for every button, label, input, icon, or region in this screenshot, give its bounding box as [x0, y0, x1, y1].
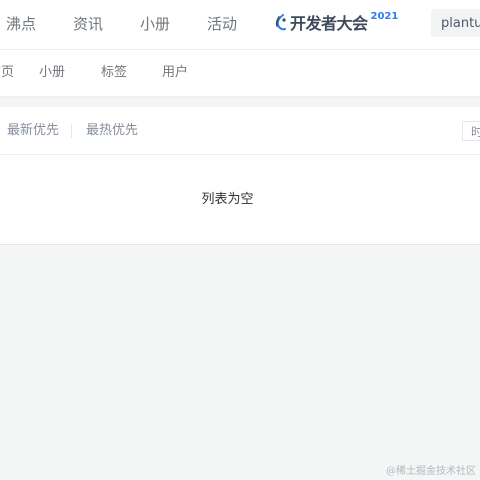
search-box: [431, 9, 480, 37]
result-list-card: 最新优先 最热优先 时间不限 列表为空: [0, 107, 480, 245]
empty-list-message: 列表为空: [201, 192, 254, 207]
sub-navigation-bar: 首页 小册 标签 用户: [0, 50, 480, 96]
subnav-item-tags[interactable]: 标签: [101, 64, 127, 82]
conference-flame-icon: [275, 14, 286, 31]
nav-item-events[interactable]: 活动: [207, 14, 237, 34]
sort-newest-option[interactable]: 最新优先: [7, 122, 59, 140]
time-range-select[interactable]: 时间不限: [462, 121, 480, 141]
subnav-item-users[interactable]: 用户: [162, 64, 188, 82]
sort-divider: [71, 124, 72, 138]
sort-bar: 最新优先 最热优先 时间不限: [0, 107, 480, 155]
developer-conference-banner[interactable]: 开发者大会 2021: [274, 8, 398, 38]
nav-item-news[interactable]: 资讯: [73, 14, 103, 34]
subnav-item-home[interactable]: 首页: [0, 64, 14, 82]
conference-name: 开发者大会: [290, 14, 368, 33]
subnav-item-booklets[interactable]: 小册: [39, 64, 65, 82]
sort-hottest-option[interactable]: 最热优先: [86, 122, 138, 140]
search-input[interactable]: [431, 9, 480, 37]
nav-item-booklets[interactable]: 小册: [140, 14, 170, 34]
top-navigation-bar: 沸点 资讯 小册 活动 开发者大会 2021: [0, 0, 480, 50]
conference-year: 2021: [370, 11, 399, 22]
watermark-text: @稀土掘金技术社区: [386, 466, 476, 477]
nav-item-pins[interactable]: 沸点: [6, 14, 36, 34]
